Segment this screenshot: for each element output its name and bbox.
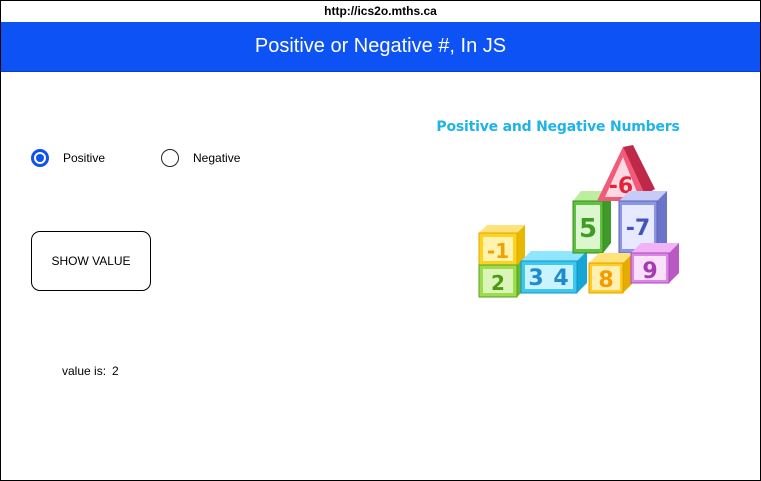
url-bar: http://ics2o.mths.ca [324, 4, 437, 18]
page-title: Positive or Negative #, In JS [254, 35, 507, 57]
block-label: 9 [642, 259, 657, 284]
negative-radio[interactable]: Negative [161, 149, 240, 167]
page-header: Positive or Negative #, In JS [1, 22, 760, 72]
block-label: -7 [626, 216, 650, 241]
value-number: 2 [112, 364, 119, 378]
negative-label: Negative [193, 151, 241, 165]
number-blocks-illustration: Positive and Negative Numbers -1 2 3 4 5… [427, 119, 697, 309]
block-label: 5 [579, 214, 597, 244]
positive-label: Positive [63, 151, 106, 165]
block-neg1: -1 [478, 225, 525, 266]
value-output: value is: 2 [62, 364, 119, 378]
show-value-button[interactable]: SHOW VALUE [31, 231, 151, 291]
page-frame: http://ics2o.mths.ca Positive or Negativ… [0, 0, 761, 481]
block-label: -1 [487, 239, 509, 263]
number-blocks-image: -1 2 3 4 5 -6 -7 8 9 [478, 145, 679, 298]
value-label: value is: [62, 364, 107, 378]
block-label: 4 [553, 266, 568, 291]
block-label: 3 [528, 266, 543, 291]
block-label: 2 [491, 271, 505, 295]
radio-unchecked-icon[interactable] [161, 149, 179, 167]
block-label: 8 [598, 268, 613, 293]
radio-checked-icon[interactable] [31, 149, 49, 167]
block-8: 8 [588, 253, 633, 294]
positive-radio[interactable]: Positive [31, 149, 105, 167]
block-9: 9 [630, 243, 679, 284]
block-3-4: 3 4 [520, 251, 587, 294]
